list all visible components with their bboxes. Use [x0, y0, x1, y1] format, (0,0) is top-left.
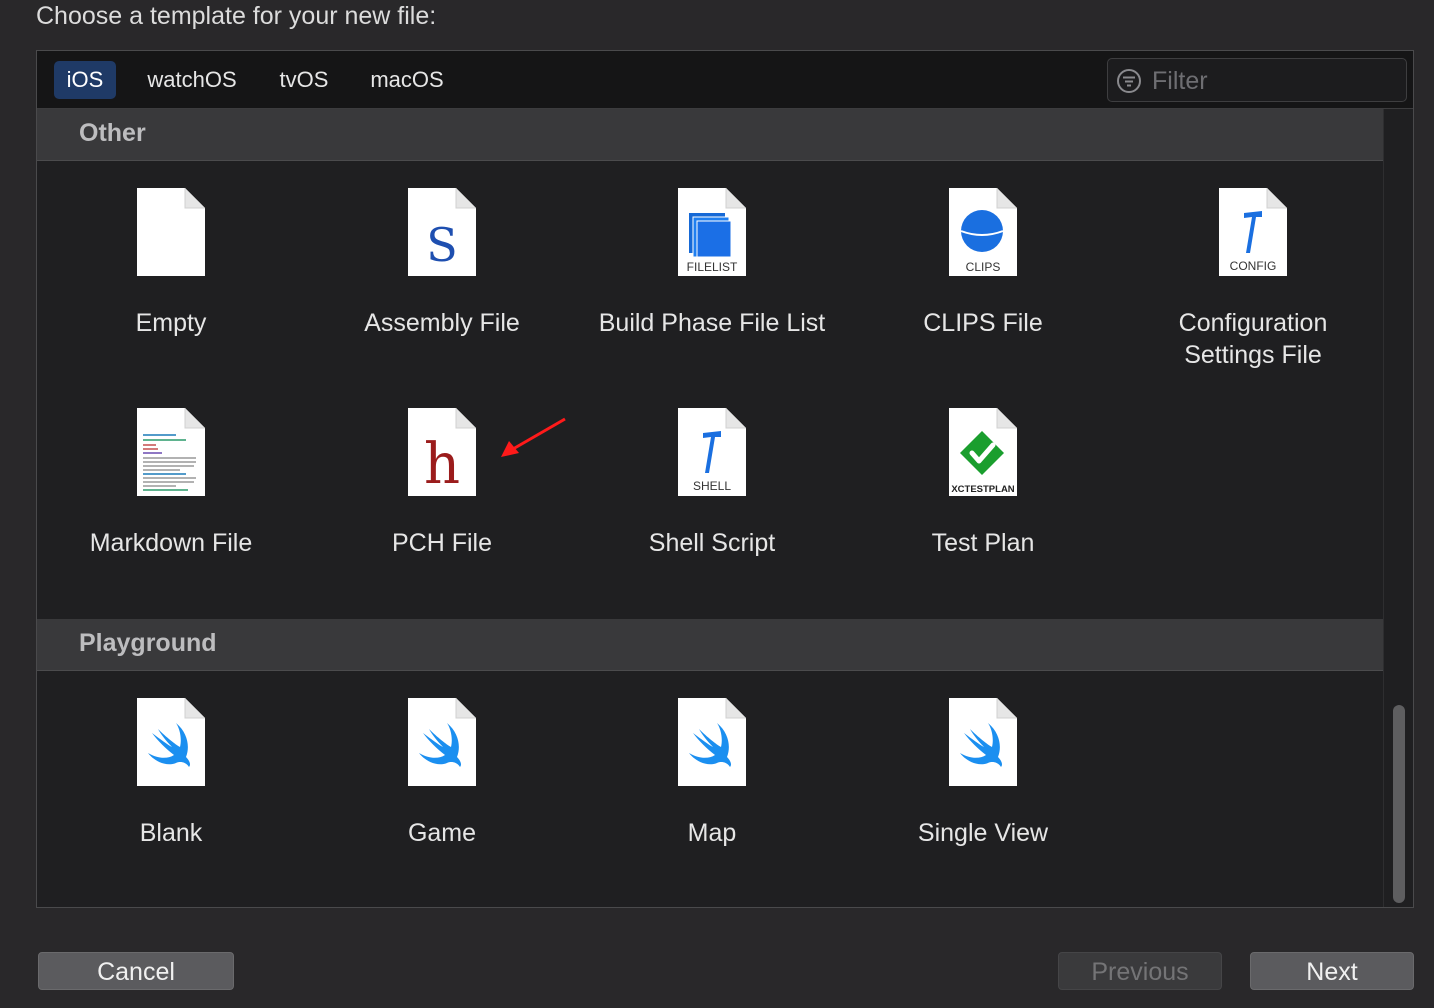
filter-input[interactable]: [1150, 65, 1394, 97]
platform-tabbar: iOS watchOS tvOS macOS: [37, 51, 1413, 109]
template-test-plan[interactable]: XCTESTPLAN Test Plan: [868, 407, 1098, 607]
swift-icon: [408, 698, 476, 786]
section-other-body: Empty S Assembly File FILELIST Build Pha…: [37, 161, 1385, 619]
dialog-title: Choose a template for your new file:: [36, 2, 437, 30]
svg-text:CLIPS: CLIPS: [966, 260, 1001, 274]
section-title: Playground: [79, 629, 217, 657]
template-shell-script[interactable]: SHELL Shell Script: [597, 407, 827, 607]
template-single-view-playground[interactable]: Single View: [868, 697, 1098, 897]
assembly-file-icon: S: [408, 188, 476, 276]
template-build-phase-file-list[interactable]: FILELIST Build Phase File List: [597, 187, 827, 387]
svg-text:XCTESTPLAN: XCTESTPLAN: [951, 484, 1014, 495]
swift-icon: [949, 698, 1017, 786]
template-configuration-settings-file[interactable]: CONFIG Configuration Settings File: [1138, 187, 1368, 387]
section-header-playground: Playground: [37, 619, 1385, 671]
pch-icon: h: [408, 408, 476, 497]
template-game-playground[interactable]: Game: [327, 697, 557, 897]
markdown-icon: [137, 408, 205, 496]
svg-text:h: h: [424, 432, 460, 497]
cancel-button[interactable]: Cancel: [38, 952, 234, 990]
config-icon: CONFIG: [1219, 188, 1287, 276]
section-playground-body: Blank Game Map Single View: [37, 671, 1385, 907]
template-markdown-file[interactable]: Markdown File: [56, 407, 286, 607]
template-map-playground[interactable]: Map: [597, 697, 827, 897]
clips-icon: CLIPS: [949, 188, 1017, 276]
previous-button[interactable]: Previous: [1058, 952, 1222, 990]
shell-icon: SHELL: [678, 408, 746, 496]
template-list: Other Empty S Assembly File FILELIST Bui…: [37, 109, 1385, 907]
tab-watchos[interactable]: watchOS: [133, 61, 251, 99]
template-empty[interactable]: Empty: [56, 187, 286, 387]
filter-icon: [1116, 68, 1142, 99]
filelist-icon: FILELIST: [678, 188, 746, 276]
svg-text:SHELL: SHELL: [693, 479, 731, 493]
vertical-scrollbar[interactable]: [1383, 109, 1413, 907]
template-clips-file[interactable]: CLIPS CLIPS File: [868, 187, 1098, 387]
svg-text:S: S: [426, 218, 458, 272]
section-title: Other: [79, 119, 146, 147]
annotation-arrow-icon: [501, 417, 566, 457]
template-panel: iOS watchOS tvOS macOS Other: [36, 50, 1414, 908]
empty-file-icon: [137, 188, 205, 276]
scrollbar-thumb[interactable]: [1393, 705, 1405, 903]
template-blank-playground[interactable]: Blank: [56, 697, 286, 897]
testplan-icon: XCTESTPLAN: [949, 408, 1017, 496]
section-header-other: Other: [37, 109, 1385, 161]
swift-icon: [137, 698, 205, 786]
filter-field[interactable]: [1107, 58, 1407, 102]
svg-text:CONFIG: CONFIG: [1230, 259, 1277, 273]
swift-icon: [678, 698, 746, 786]
svg-text:FILELIST: FILELIST: [687, 260, 738, 274]
tab-macos[interactable]: macOS: [359, 61, 455, 99]
tab-tvos[interactable]: tvOS: [267, 61, 341, 99]
next-button[interactable]: Next: [1250, 952, 1414, 990]
template-assembly-file[interactable]: S Assembly File: [327, 187, 557, 387]
tab-ios[interactable]: iOS: [54, 61, 116, 99]
